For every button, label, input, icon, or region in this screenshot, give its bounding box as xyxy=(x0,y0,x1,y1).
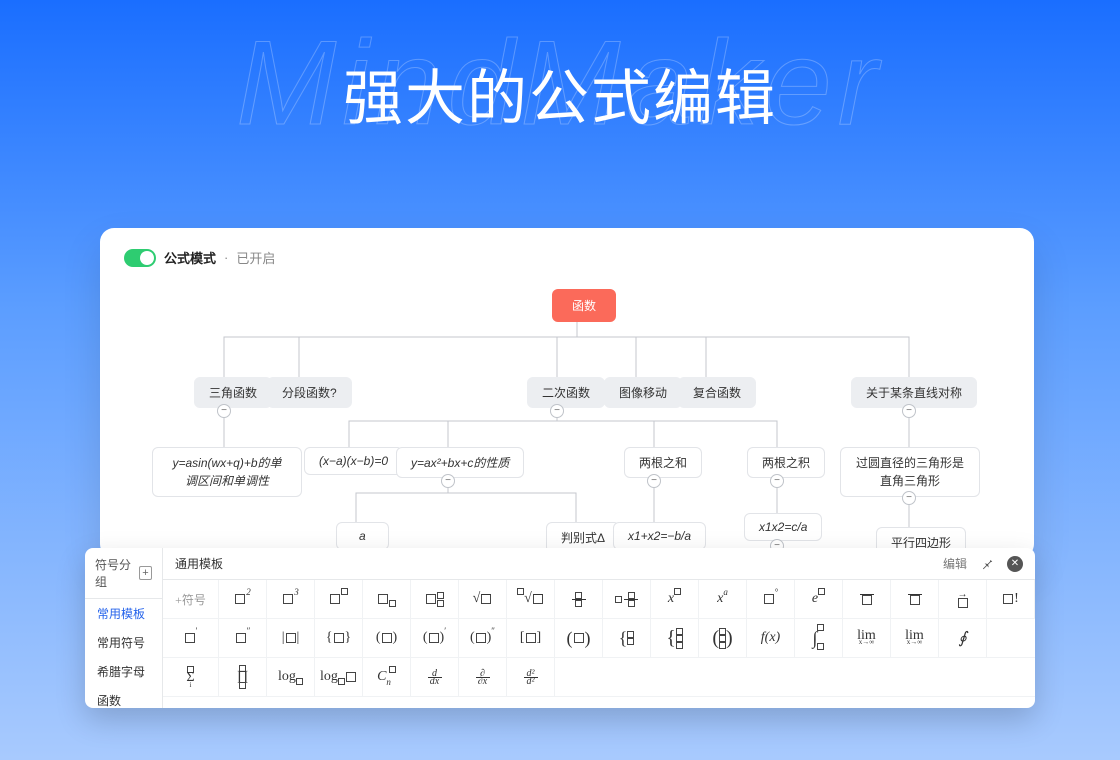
formula-editor-panel: 符号分组 + 常用模板 常用符号 希腊字母 函数 通用模板 编辑 ✕ +符号 2… xyxy=(85,548,1035,708)
symbol-row-1: +符号 2 3 √ √ x xa ° e → ! xyxy=(163,580,1035,619)
collapse-icon[interactable]: − xyxy=(902,491,916,505)
symbol-group-header: 符号分组 + xyxy=(85,548,162,599)
sym-x-power-alt[interactable]: xa xyxy=(699,580,747,618)
sym-combination[interactable]: Cn xyxy=(363,658,411,696)
node-factored[interactable]: (x−a)(x−b)=0 xyxy=(304,447,403,475)
sym-subscript[interactable] xyxy=(363,580,411,618)
node-sin-mono[interactable]: y=asin(wx+q)+b的单调区间和单调性 xyxy=(152,447,302,497)
sym-log-arg[interactable]: log xyxy=(315,658,363,696)
sym-x-power[interactable]: x xyxy=(651,580,699,618)
hero-title: 强大的公式编辑 xyxy=(343,50,777,137)
pin-icon[interactable] xyxy=(979,556,995,572)
collapse-icon[interactable]: − xyxy=(217,404,231,418)
sym-superscript[interactable] xyxy=(315,580,363,618)
node-sum-roots[interactable]: 两根之和 xyxy=(624,447,702,478)
sym-contour[interactable]: ∮ xyxy=(939,619,987,657)
node-prod-roots[interactable]: 两根之积 xyxy=(747,447,825,478)
sym-double-prime[interactable]: ″ xyxy=(219,619,267,657)
node-quad-props[interactable]: y=ax²+bx+c的性质 xyxy=(396,447,524,478)
node-circle-tri[interactable]: 过圆直径的三角形是直角三角形 xyxy=(840,447,980,497)
category-functions[interactable]: 函数 xyxy=(85,686,162,708)
sym-cases-3[interactable]: { xyxy=(651,619,699,657)
collapse-icon[interactable]: − xyxy=(441,474,455,488)
category-common-symbols[interactable]: 常用符号 xyxy=(85,628,162,657)
sym-product[interactable]: ∏ xyxy=(219,658,267,696)
node-composite[interactable]: 复合函数 xyxy=(678,377,756,408)
sym-subsup[interactable] xyxy=(411,580,459,618)
node-image-shift[interactable]: 图像移动 xyxy=(604,377,682,408)
sym-mixed-fraction[interactable] xyxy=(603,580,651,618)
node-vieta-prod[interactable]: x1x2=c/a xyxy=(744,513,822,541)
formula-mode-toggle[interactable] xyxy=(124,249,156,267)
sym-braces[interactable]: {} xyxy=(315,619,363,657)
symbol-row-3: Σi ∏ log log Cn ddx ∂∂x d²d² xyxy=(163,658,1035,697)
mindmap-editor-window: 公式模式 · 已开启 函数 三角函数 分段函数? 二次函数 图像 xyxy=(100,228,1034,558)
mindmap-canvas[interactable]: 函数 三角函数 分段函数? 二次函数 图像移动 复合函数 关于某条直线对称 − … xyxy=(124,277,1010,537)
sym-e-power[interactable]: e xyxy=(795,580,843,618)
sym-factorial[interactable]: ! xyxy=(987,580,1035,618)
sym-parens-dprime[interactable]: ()″ xyxy=(459,619,507,657)
node-quadratic[interactable]: 二次函数 xyxy=(527,377,605,408)
sym-second-deriv[interactable]: d²d² xyxy=(507,658,555,696)
sym-parens[interactable]: () xyxy=(363,619,411,657)
sym-sum[interactable]: Σi xyxy=(163,658,219,696)
sym-nroot[interactable]: √ xyxy=(507,580,555,618)
collapse-icon[interactable]: − xyxy=(770,474,784,488)
node-a[interactable]: a xyxy=(336,522,389,550)
formula-panel-header: 通用模板 编辑 ✕ xyxy=(163,548,1035,580)
sym-abs[interactable]: || xyxy=(267,619,315,657)
sym-square[interactable]: 2 xyxy=(219,580,267,618)
sym-cases-2[interactable]: { xyxy=(603,619,651,657)
sym-derivative[interactable]: ddx xyxy=(411,658,459,696)
collapse-icon[interactable]: − xyxy=(647,474,661,488)
sym-big-parens[interactable]: () xyxy=(555,619,603,657)
formula-panel-actions: 编辑 ✕ xyxy=(943,555,1023,572)
sym-degree[interactable]: ° xyxy=(747,580,795,618)
symbol-group-label: 符号分组 xyxy=(95,556,139,590)
add-symbol-button[interactable]: +符号 xyxy=(163,580,219,618)
formula-mode-status: 已开启 xyxy=(236,248,275,267)
formula-symbol-grid: +符号 2 3 √ √ x xa ° e → ! ′ xyxy=(163,580,1035,697)
sym-partial[interactable]: ∂∂x xyxy=(459,658,507,696)
formula-main-area: 通用模板 编辑 ✕ +符号 2 3 √ √ x xyxy=(163,548,1035,708)
sym-fx[interactable]: f(x) xyxy=(747,619,795,657)
node-piecewise[interactable]: 分段函数? xyxy=(267,377,352,408)
formula-mode-label: 公式模式 xyxy=(164,248,216,267)
formula-category-sidebar: 符号分组 + 常用模板 常用符号 希腊字母 函数 xyxy=(85,548,163,708)
sym-cube[interactable]: 3 xyxy=(267,580,315,618)
collapse-icon[interactable]: − xyxy=(550,404,564,418)
node-symmetry[interactable]: 关于某条直线对称 xyxy=(851,377,977,408)
sym-sqrt[interactable]: √ xyxy=(459,580,507,618)
sym-overbar-2[interactable] xyxy=(891,580,939,618)
category-common-templates[interactable]: 常用模板 xyxy=(85,599,162,628)
node-trig[interactable]: 三角函数 xyxy=(194,377,272,408)
sym-log[interactable]: log xyxy=(267,658,315,696)
edit-button[interactable]: 编辑 xyxy=(943,555,967,572)
sym-matrix-3[interactable]: () xyxy=(699,619,747,657)
node-vieta-sum[interactable]: x1+x2=−b/a xyxy=(613,522,706,550)
sym-parens-prime[interactable]: ()′ xyxy=(411,619,459,657)
close-icon[interactable]: ✕ xyxy=(1007,556,1023,572)
collapse-icon[interactable]: − xyxy=(902,404,916,418)
add-group-icon[interactable]: + xyxy=(139,566,152,580)
sym-overbar[interactable] xyxy=(843,580,891,618)
category-greek-letters[interactable]: 希腊字母 xyxy=(85,657,162,686)
sym-limit-1[interactable]: limx→∞ xyxy=(843,619,891,657)
sym-fraction[interactable] xyxy=(555,580,603,618)
sym-limit-2[interactable]: limx→∞ xyxy=(891,619,939,657)
node-root[interactable]: 函数 xyxy=(552,289,616,322)
sym-integral[interactable]: ∫ xyxy=(795,619,843,657)
sym-vector[interactable]: → xyxy=(939,580,987,618)
sym-prime[interactable]: ′ xyxy=(163,619,219,657)
sym-brackets[interactable]: [] xyxy=(507,619,555,657)
formula-panel-title: 通用模板 xyxy=(175,555,223,572)
formula-mode-row: 公式模式 · 已开启 xyxy=(124,248,1010,267)
symbol-row-2: ′ ″ || {} () ()′ ()″ [] () { { () f(x) ∫… xyxy=(163,619,1035,658)
formula-mode-separator: · xyxy=(224,250,228,265)
